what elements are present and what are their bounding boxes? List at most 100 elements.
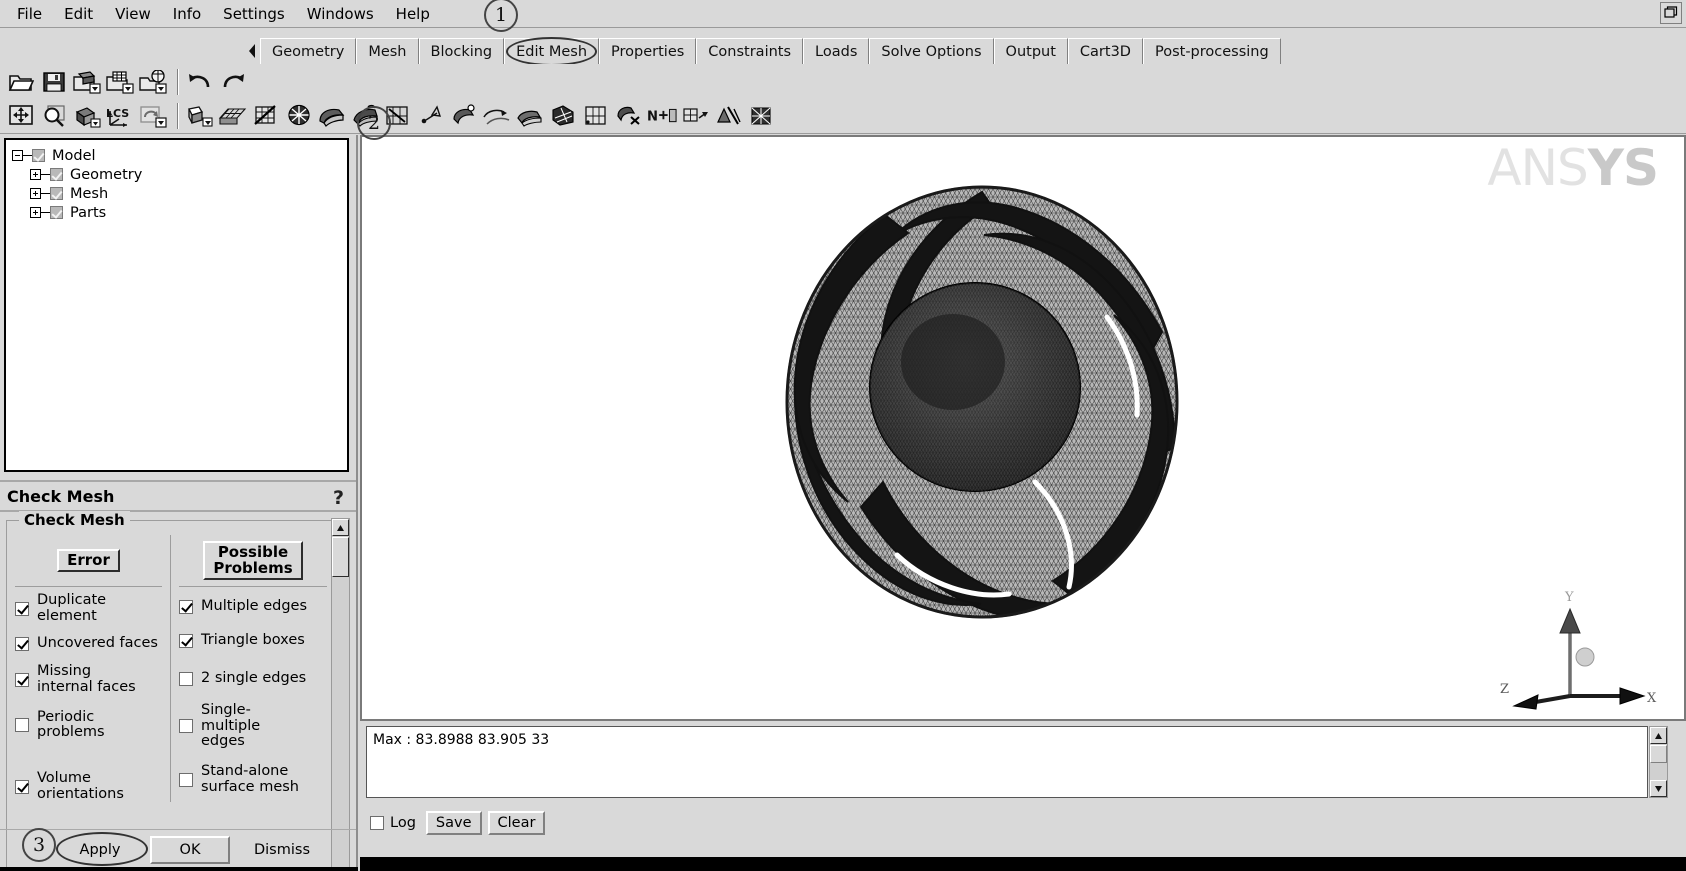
ok-button[interactable]: OK [150, 835, 230, 864]
refine-mesh-icon[interactable] [284, 101, 314, 131]
checkbox[interactable] [179, 772, 193, 787]
tab-geometry[interactable]: Geometry [260, 38, 357, 64]
menu-help[interactable]: Help [385, 3, 441, 25]
menu-settings[interactable]: Settings [212, 3, 296, 25]
tree-checkbox[interactable] [50, 168, 63, 181]
collapse-icon[interactable] [12, 150, 23, 161]
redo-icon[interactable] [218, 67, 248, 97]
scroll-up-icon[interactable] [1650, 727, 1667, 744]
extrude-mesh-icon[interactable] [218, 101, 248, 131]
mesh-quality-icon[interactable] [449, 101, 479, 131]
checkbox[interactable] [179, 719, 193, 734]
tree-connector [41, 193, 50, 194]
split-mesh-icon[interactable] [251, 101, 281, 131]
tab-properties[interactable]: Properties [599, 38, 697, 64]
check-volume-orientations[interactable]: Volume orientations [15, 770, 162, 802]
scroll-up-icon[interactable] [332, 519, 349, 536]
menu-windows[interactable]: Windows [296, 3, 385, 25]
tree-checkbox[interactable] [50, 206, 63, 219]
tab-output[interactable]: Output [993, 38, 1068, 64]
fit-to-window-icon[interactable] [6, 101, 36, 131]
help-question-icon[interactable]: ? [333, 487, 344, 509]
graphics-viewport[interactable]: ANSYS Y X Z [360, 135, 1686, 721]
check-missing-internal-faces[interactable]: Missing internal faces [15, 663, 162, 695]
save-button[interactable]: Save [425, 811, 482, 835]
tree-checkbox[interactable] [50, 187, 63, 200]
log-checkbox[interactable] [370, 816, 384, 830]
check-triangle-boxes[interactable]: Triangle boxes [179, 627, 327, 655]
scrollbar-thumb[interactable] [1650, 745, 1667, 763]
tab-solve-options[interactable]: Solve Options [869, 38, 994, 64]
menu-file[interactable]: File [6, 3, 53, 25]
restore-window-icon[interactable] [1660, 2, 1682, 24]
expand-icon[interactable] [30, 188, 41, 199]
open-geometry-icon[interactable] [72, 67, 102, 97]
undo-icon[interactable] [185, 67, 215, 97]
checkbox[interactable] [179, 600, 193, 614]
tab-edit-mesh[interactable]: Edit Mesh [504, 37, 600, 66]
apply-button[interactable]: Apply [56, 831, 148, 866]
check-periodic-problems[interactable]: Periodic problems [15, 709, 162, 741]
check-uncovered-faces[interactable]: Uncovered faces [15, 630, 162, 658]
dismiss-button[interactable]: Dismiss [240, 835, 324, 864]
menu-edit[interactable]: Edit [53, 3, 104, 25]
message-scrollbar[interactable] [1649, 726, 1668, 798]
checkbox[interactable] [15, 718, 29, 733]
menu-view[interactable]: View [104, 3, 162, 25]
expand-icon[interactable] [30, 207, 41, 218]
expand-icon[interactable] [30, 169, 41, 180]
model-tree[interactable]: Model Geometry Mesh Parts [4, 138, 349, 472]
tab-mesh[interactable]: Mesh [356, 38, 419, 64]
element-count-icon[interactable]: N [647, 101, 677, 131]
checkbox[interactable] [15, 672, 29, 687]
check-multiple-edges[interactable]: Multiple edges [179, 593, 327, 621]
measure-icon[interactable] [72, 101, 102, 131]
extrude-surface-icon[interactable] [515, 101, 545, 131]
smooth-mesh-icon[interactable] [317, 101, 347, 131]
scrollbar-thumb[interactable] [332, 537, 349, 577]
tree-item-model[interactable]: Model [12, 146, 347, 165]
checkbox[interactable] [179, 672, 193, 686]
panel-scrollbar[interactable] [331, 518, 350, 871]
possible-problems-button[interactable]: Possible Problems [203, 540, 303, 581]
project-mesh-icon[interactable] [548, 101, 578, 131]
scale-mesh-icon[interactable] [746, 101, 776, 131]
zoom-box-icon[interactable] [39, 101, 69, 131]
local-coordinate-system-icon[interactable]: LCS [105, 101, 135, 131]
save-project-icon[interactable] [39, 67, 69, 97]
open-mesh-icon[interactable] [105, 67, 135, 97]
transform-mesh-icon[interactable] [482, 101, 512, 131]
tab-constraints[interactable]: Constraints [696, 38, 804, 64]
checkbox[interactable] [15, 637, 29, 652]
tree-checkbox[interactable] [32, 149, 45, 162]
checkbox[interactable] [15, 779, 29, 794]
tab-post-processing[interactable]: Post-processing [1142, 38, 1281, 64]
error-button[interactable]: Error [57, 548, 120, 573]
tab-cart3d[interactable]: Cart3D [1067, 38, 1143, 64]
tab-blocking[interactable]: Blocking [418, 38, 505, 64]
node-edit-icon[interactable] [416, 101, 446, 131]
tree-item-mesh[interactable]: Mesh [12, 184, 347, 203]
tree-item-parts[interactable]: Parts [12, 203, 347, 222]
open-project-icon[interactable] [6, 67, 36, 97]
check-duplicate-element[interactable]: Duplicate element [15, 592, 162, 624]
check-mesh-icon[interactable] [581, 101, 611, 131]
message-log[interactable]: Max : 83.8988 83.905 33 [366, 726, 1648, 798]
tab-loads[interactable]: Loads [803, 38, 870, 64]
scroll-down-icon[interactable] [1650, 780, 1667, 797]
check-stand-alone-surface-mesh[interactable]: Stand-alone surface mesh [179, 763, 327, 795]
mirror-mesh-icon[interactable] [713, 101, 743, 131]
open-blocking-icon[interactable] [138, 67, 168, 97]
transform-elements-icon[interactable] [680, 101, 710, 131]
smooth-elements-icon[interactable] [614, 101, 644, 131]
clear-button[interactable]: Clear [487, 811, 546, 835]
check-2-single-edges[interactable]: 2 single edges [179, 665, 327, 693]
replay-icon[interactable] [138, 101, 168, 131]
check-single-multiple-edges[interactable]: Single-multiple edges [179, 702, 327, 750]
tree-item-geometry[interactable]: Geometry [12, 165, 347, 184]
menu-info[interactable]: Info [162, 3, 212, 25]
merge-mesh-icon[interactable] [185, 101, 215, 131]
checkbox[interactable] [15, 601, 29, 616]
tab-scroll-left-icon[interactable] [244, 38, 260, 64]
checkbox[interactable] [179, 634, 193, 648]
